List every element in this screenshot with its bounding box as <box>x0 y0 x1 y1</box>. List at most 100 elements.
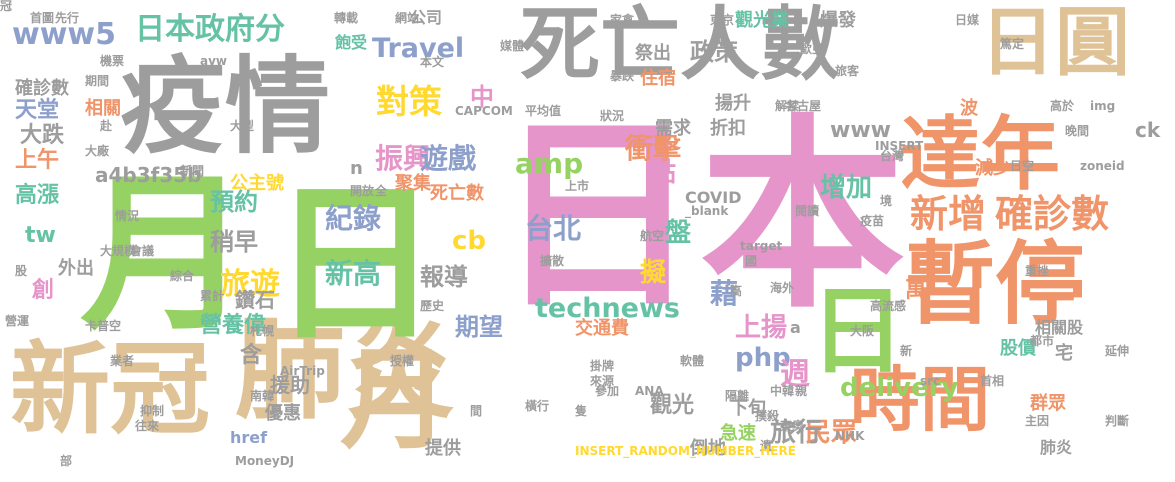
cloud-word: tw <box>25 223 56 248</box>
cloud-word: 情況 <box>115 209 140 223</box>
cloud-word: 平均值 <box>525 104 562 118</box>
cloud-word: target <box>740 239 783 253</box>
cloud-word: 南韓 <box>250 389 275 403</box>
cloud-word: 遊戲 <box>420 142 477 175</box>
cloud-word: 聚集 <box>395 173 431 194</box>
cloud-word: 新聞 <box>180 164 205 178</box>
cloud-word: 先行 <box>55 11 80 25</box>
cloud-word: 報導 <box>420 263 468 291</box>
cloud-word: 東奧 <box>780 419 805 433</box>
cloud-word: 住宿 <box>640 68 676 89</box>
cloud-word: ANA <box>635 384 664 398</box>
cloud-word: 新增 <box>910 192 987 236</box>
cloud-word: 高漲 <box>15 183 60 208</box>
cloud-word: 暫停 <box>905 232 1085 337</box>
word-cloud: 日本 肺炎 新冠 疫情 死亡人數月日月日圓 達年 暫停 時間日新增 確診數 日本政府分 www5 Tr… <box>0 0 1175 482</box>
cloud-word: 交通費 <box>575 318 629 339</box>
cloud-word: cb <box>452 226 487 256</box>
cloud-word: 高於 <box>1050 99 1075 113</box>
cloud-word: 撲殺 <box>755 409 780 423</box>
cloud-word: 營運 <box>5 314 30 328</box>
cloud-word: 會議 <box>130 244 155 258</box>
cloud-word: 主因 <box>1025 414 1050 428</box>
cloud-word: 晚間 <box>1065 124 1090 138</box>
cloud-word: 名古屋 <box>785 99 822 113</box>
cloud-word: 擬 <box>640 258 667 288</box>
cloud-word: 援助 <box>270 373 310 397</box>
cloud-word: 台灣 <box>880 149 905 163</box>
cloud-word: 累計 <box>200 289 225 303</box>
cloud-word: 隔離 <box>725 389 750 403</box>
cloud-word: 股 <box>15 264 28 278</box>
cloud-word: zoneid <box>1080 159 1125 173</box>
cloud-word: avw <box>200 54 228 68</box>
cloud-word: 波 <box>960 98 978 119</box>
cloud-word: AirTrip <box>280 364 325 378</box>
cloud-word: 盤 <box>665 218 692 248</box>
cloud-word: 觀光業 <box>735 10 789 31</box>
cloud-word: 死亡人數 <box>520 0 840 91</box>
cloud-word: 暴跌 <box>610 69 635 83</box>
cloud-word: 業者 <box>110 354 135 368</box>
cloud-word: 外出 <box>58 258 94 279</box>
cloud-word: 確診數 <box>15 78 69 99</box>
cloud-word: 高流感 <box>870 299 907 313</box>
cloud-word: 中韓 <box>770 384 795 398</box>
cloud-word: 旅客 <box>835 64 860 78</box>
cloud-word: href <box>230 428 268 447</box>
cloud-word: 政策 <box>690 38 738 66</box>
cloud-word: 揚升 <box>715 93 751 114</box>
cloud-word: 大型 <box>230 119 255 133</box>
cloud-word: img <box>1090 99 1116 113</box>
cloud-word: 日媒 <box>955 13 980 27</box>
cloud-word: _blank <box>685 204 729 218</box>
cloud-word: 抑制 <box>140 404 165 418</box>
cloud-word: 赴 <box>100 119 113 133</box>
cloud-word: 疫情 <box>120 46 331 168</box>
cloud-word: 冠 <box>0 0 13 13</box>
cloud-word: 國 <box>745 254 758 268</box>
cloud-word: a <box>790 318 801 337</box>
cloud-word: 含 <box>240 343 263 368</box>
cloud-word: 境 <box>880 194 893 208</box>
cloud-word: 折扣 <box>710 118 746 139</box>
cloud-word: 延伸 <box>1105 344 1130 358</box>
cloud-word: 往來 <box>135 419 160 433</box>
cloud-word: 首相 <box>980 374 1005 388</box>
cloud-word: n <box>350 158 363 179</box>
cloud-word: amp <box>515 147 584 180</box>
cloud-word: 上市 <box>565 179 590 193</box>
cloud-word: 群眾 <box>1030 393 1066 414</box>
cloud-word: 閱讀 <box>795 204 820 218</box>
cloud-word: 橫行 <box>525 399 550 413</box>
cloud-word: 機票 <box>100 54 125 68</box>
cloud-word: 新高 <box>325 257 382 290</box>
cloud-word: 死亡數 <box>430 183 484 204</box>
cloud-word: 優惠 <box>265 403 301 424</box>
cloud-word: 首圖 <box>30 11 55 25</box>
cloud-word: 祭出 <box>635 43 671 64</box>
cloud-word: 相關 <box>85 98 121 119</box>
cloud-word: 轉載 <box>334 11 359 25</box>
cloud-word: 日空 <box>1010 159 1035 173</box>
cloud-word: MoneyDJ <box>235 454 295 468</box>
cloud-word: 掛牌 <box>590 359 615 373</box>
cloud-word: 家禽 <box>610 13 635 27</box>
cloud-word: INSERT_RANDOM_NUMBER_HERE <box>575 444 796 458</box>
cloud-word: 達年 <box>900 108 1060 201</box>
cloud-word: ck <box>1135 118 1161 142</box>
cloud-word: 開放 <box>350 184 375 198</box>
cloud-word: 歐亞 <box>800 42 825 56</box>
cloud-word: src <box>920 374 941 388</box>
cloud-word: 期間 <box>85 74 110 88</box>
cloud-word: 重挫 <box>1025 264 1050 278</box>
cloud-word: delivery <box>840 373 959 403</box>
cloud-word: NHK <box>835 429 865 443</box>
cloud-word: 提供 <box>425 438 461 459</box>
cloud-word: 篤定 <box>1000 37 1025 51</box>
cloud-word: 海外 <box>770 281 795 295</box>
cloud-word: 點 <box>650 158 677 188</box>
cloud-word: 疫苗 <box>860 214 885 228</box>
cloud-word: 肺炎 <box>1040 438 1073 457</box>
cloud-word: 新 <box>900 344 913 358</box>
